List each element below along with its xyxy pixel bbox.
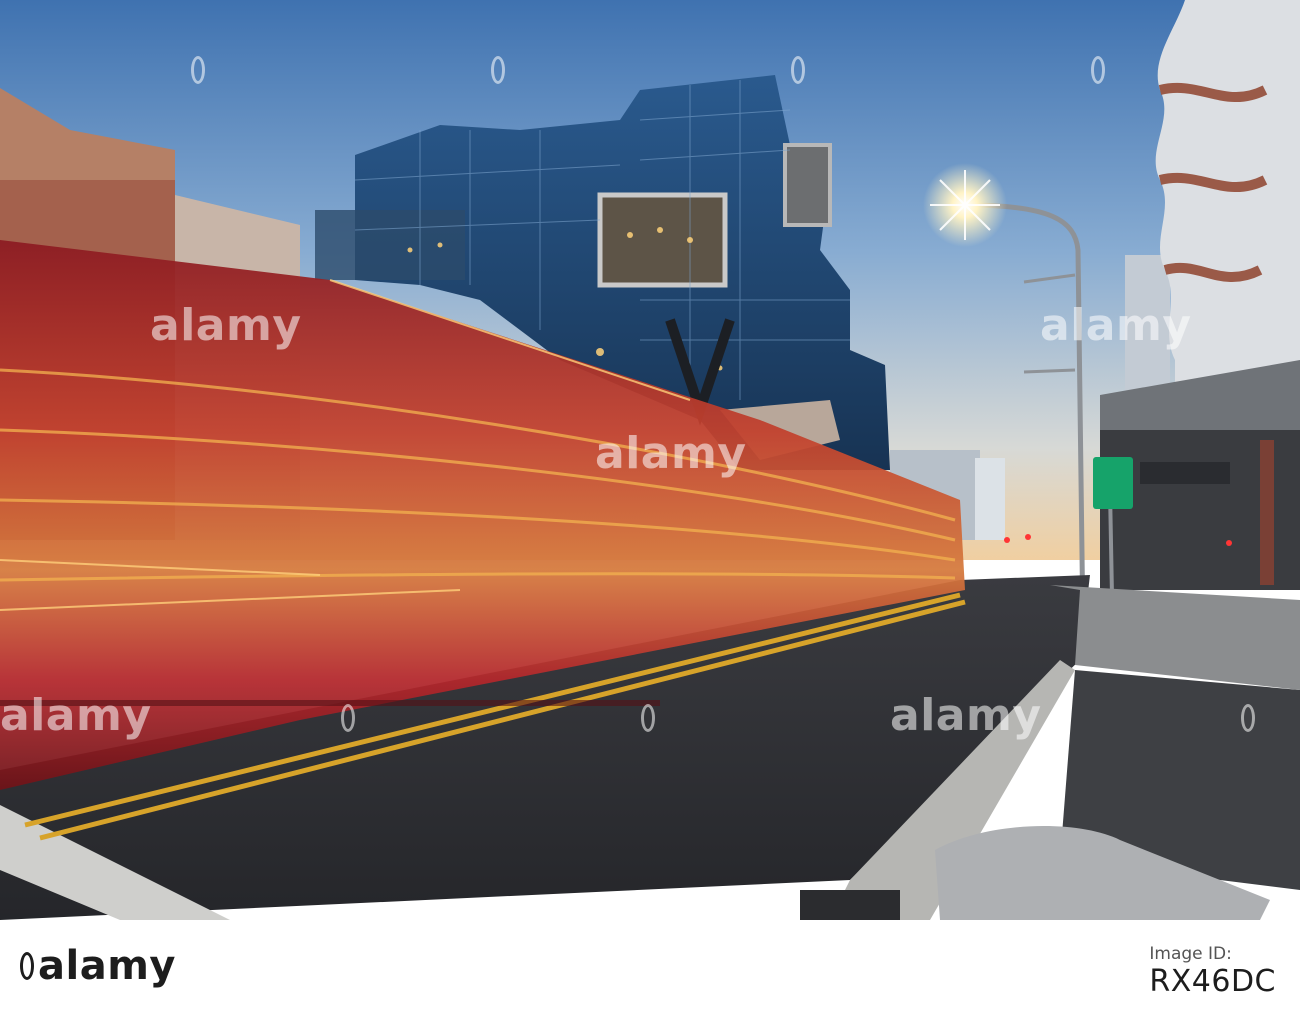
watermark-symbol-icon bbox=[1091, 56, 1105, 84]
watermark-symbol-icon bbox=[341, 704, 355, 732]
brand-text: alamy bbox=[38, 943, 176, 989]
watermark-symbol-icon bbox=[191, 56, 205, 84]
street-photo: alamy alamy alamy alamy alamy bbox=[0, 0, 1300, 920]
watermark-symbol-icon bbox=[641, 704, 655, 732]
street-scene-graphic bbox=[0, 0, 1300, 920]
image-id: Image ID: RX46DC bbox=[1149, 944, 1276, 1002]
footer-bar: alamy Image ID: RX46DC bbox=[0, 920, 1300, 1009]
image-id-value: RX46DC bbox=[1149, 964, 1276, 999]
watermark-symbol-icon bbox=[1241, 704, 1255, 732]
image-id-label: Image ID: bbox=[1149, 944, 1232, 964]
alamy-symbol-icon bbox=[20, 952, 34, 980]
watermark-symbol-icon bbox=[791, 56, 805, 84]
alamy-logo: alamy bbox=[20, 938, 176, 994]
watermark-symbol-icon bbox=[491, 56, 505, 84]
